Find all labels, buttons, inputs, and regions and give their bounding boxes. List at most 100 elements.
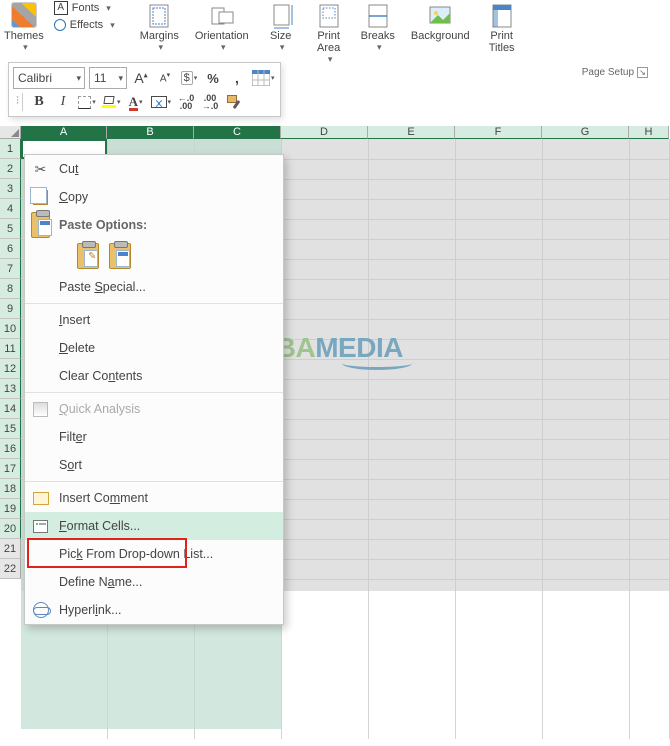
- row-header-5[interactable]: 5: [0, 219, 21, 239]
- paste-options-row: [25, 239, 283, 273]
- borders-icon: [78, 96, 91, 109]
- col-header-a[interactable]: A: [21, 126, 107, 139]
- menu-insert-comment[interactable]: Insert Comment: [25, 484, 283, 512]
- col-header-d[interactable]: D: [281, 126, 368, 139]
- fill-color-button[interactable]: [101, 92, 122, 112]
- row-header-13[interactable]: 13: [0, 379, 21, 399]
- row-header-2[interactable]: 2: [0, 159, 21, 179]
- col-header-h[interactable]: H: [629, 126, 669, 139]
- menu-delete[interactable]: Delete: [25, 334, 283, 362]
- font-name-combo[interactable]: Calibri: [13, 67, 85, 89]
- row-header-17[interactable]: 17: [0, 459, 21, 479]
- col-header-b[interactable]: B: [107, 126, 194, 139]
- dec-dec-icon: .00→.0: [202, 94, 219, 110]
- row-header-19[interactable]: 19: [0, 499, 21, 519]
- format-painter-button[interactable]: [224, 92, 244, 112]
- row-header-15[interactable]: 15: [0, 419, 21, 439]
- paste-option-keep-formatting[interactable]: [77, 243, 99, 269]
- row-header-9[interactable]: 9: [0, 299, 21, 319]
- shrink-font-icon: A▾: [160, 71, 170, 84]
- col-header-e[interactable]: E: [368, 126, 455, 139]
- menu-define-name[interactable]: Define Name...: [25, 568, 283, 596]
- row-header-22[interactable]: 22: [0, 559, 21, 579]
- percent-button[interactable]: %: [203, 68, 223, 88]
- left-edge-marker: ⁝: [13, 93, 23, 111]
- increase-decimal-button[interactable]: ←.0.00: [176, 92, 196, 112]
- margins-icon: [145, 2, 173, 30]
- row-header-18[interactable]: 18: [0, 479, 21, 499]
- decrease-decimal-button[interactable]: .00→.0: [200, 92, 220, 112]
- row-header-14[interactable]: 14: [0, 399, 21, 419]
- menu-hyperlink[interactable]: Hyperlink...: [25, 596, 283, 624]
- quick-analysis-icon: [31, 400, 50, 419]
- menu-format-cells[interactable]: Format Cells...: [25, 512, 283, 540]
- themes-button[interactable]: Themes: [2, 0, 50, 53]
- breaks-button[interactable]: Breaks: [353, 0, 403, 55]
- comma-style-button[interactable]: ,: [227, 68, 247, 88]
- row-header-10[interactable]: 10: [0, 319, 21, 339]
- paste-option-all[interactable]: [109, 243, 131, 269]
- row-header-4[interactable]: 4: [0, 199, 21, 219]
- breaks-label: Breaks: [361, 30, 395, 42]
- col-header-c[interactable]: C: [194, 126, 281, 139]
- format-as-table-button[interactable]: [251, 68, 276, 88]
- shrink-font-button[interactable]: A▾: [155, 68, 175, 88]
- themes-icon: [11, 2, 37, 28]
- col-header-g[interactable]: G: [542, 126, 629, 139]
- row-header-20[interactable]: 20: [0, 519, 21, 539]
- print-titles-label: PrintTitles: [489, 30, 515, 54]
- menu-pick-from-list[interactable]: Pick From Drop-down List...: [25, 540, 283, 568]
- row-header-12[interactable]: 12: [0, 359, 21, 379]
- menu-quick-analysis: Quick Analysis: [25, 395, 283, 423]
- row-header-3[interactable]: 3: [0, 179, 21, 199]
- bold-button[interactable]: B: [29, 92, 49, 112]
- borders-button[interactable]: [77, 92, 97, 112]
- orientation-button[interactable]: Orientation: [187, 0, 257, 55]
- print-titles-icon: [488, 2, 516, 30]
- menu-filter[interactable]: Filter: [25, 423, 283, 451]
- margins-button[interactable]: Margins: [132, 0, 187, 55]
- grow-font-button[interactable]: A▴: [131, 68, 151, 88]
- merge-center-button[interactable]: [150, 92, 173, 112]
- page-setup-dialog-launcher[interactable]: ↘: [637, 67, 648, 78]
- size-icon: [267, 2, 295, 30]
- row-header-7[interactable]: 7: [0, 259, 21, 279]
- italic-button[interactable]: I: [53, 92, 73, 112]
- background-icon: [426, 2, 454, 30]
- format-cells-icon: [31, 517, 50, 536]
- row-header-8[interactable]: 8: [0, 279, 21, 299]
- paste-icon: [31, 216, 50, 235]
- percent-icon: %: [207, 71, 219, 86]
- print-area-button[interactable]: PrintArea: [305, 0, 353, 67]
- menu-insert[interactable]: Insert: [25, 306, 283, 334]
- menu-cut[interactable]: ✂ Cut: [25, 155, 283, 183]
- background-label: Background: [411, 30, 470, 42]
- size-button[interactable]: Size: [257, 0, 305, 55]
- comment-icon: [31, 489, 50, 508]
- effects-theme-button[interactable]: Effects: [50, 18, 119, 32]
- font-color-icon: A: [129, 94, 138, 110]
- background-button[interactable]: Background: [403, 0, 478, 44]
- fonts-theme-button[interactable]: A Fonts: [50, 0, 119, 16]
- merge-icon: [151, 96, 167, 108]
- row-header-1[interactable]: 1: [0, 139, 21, 159]
- font-color-button[interactable]: A: [126, 92, 146, 112]
- accounting-format-button[interactable]: $: [179, 68, 199, 88]
- menu-clear-contents[interactable]: Clear Contents: [25, 362, 283, 390]
- select-all-corner[interactable]: [0, 126, 21, 139]
- money-icon: $: [181, 71, 193, 85]
- row-header-6[interactable]: 6: [0, 239, 21, 259]
- row-header-21[interactable]: 21: [0, 539, 21, 559]
- col-header-f[interactable]: F: [455, 126, 542, 139]
- menu-paste-special[interactable]: Paste Special...: [25, 273, 283, 301]
- row-header-11[interactable]: 11: [0, 339, 21, 359]
- font-size-combo[interactable]: 11: [89, 67, 127, 89]
- menu-sort[interactable]: Sort: [25, 451, 283, 479]
- breaks-icon: [364, 2, 392, 30]
- effects-label: Effects: [70, 19, 103, 31]
- menu-copy[interactable]: Copy: [25, 183, 283, 211]
- orientation-icon: [208, 2, 236, 30]
- print-titles-button[interactable]: PrintTitles: [478, 0, 526, 56]
- row-header-16[interactable]: 16: [0, 439, 21, 459]
- context-menu: ✂ Cut Copy Paste Options: Paste Special.…: [24, 154, 284, 625]
